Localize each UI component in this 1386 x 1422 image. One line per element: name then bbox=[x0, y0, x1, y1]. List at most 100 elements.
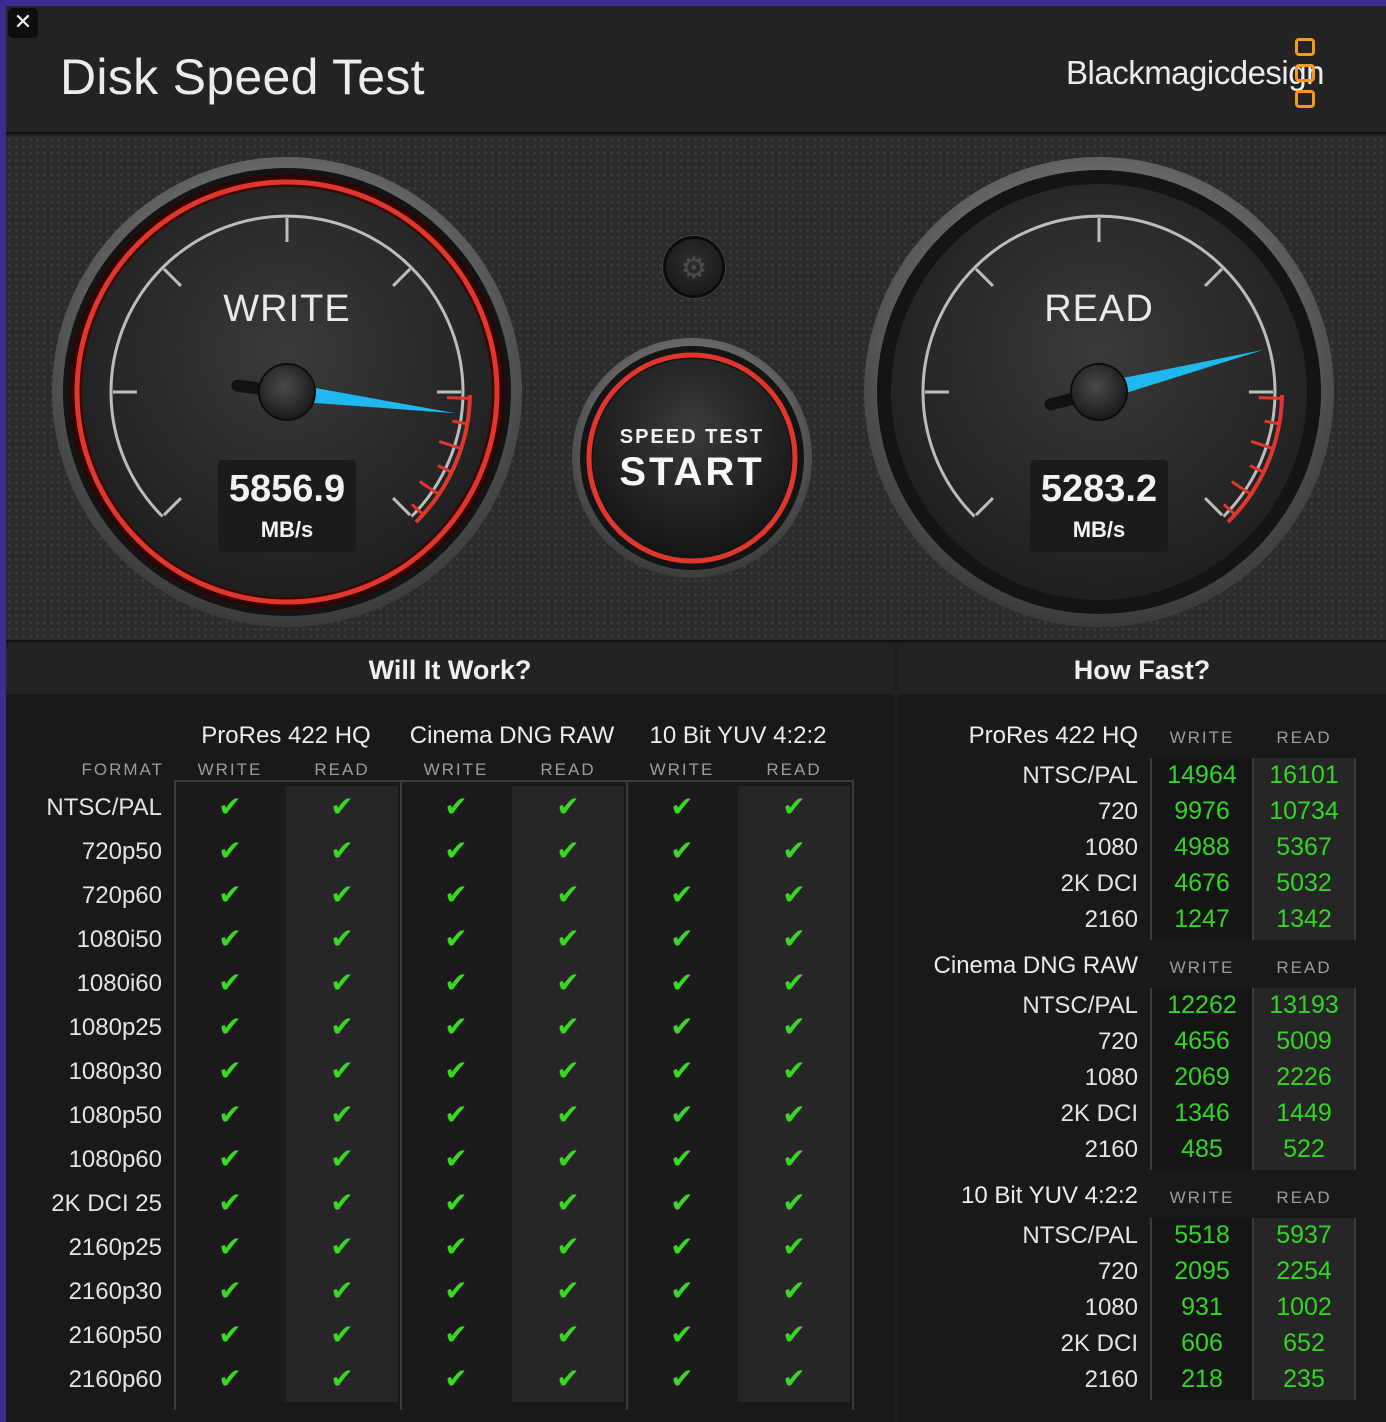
read-column-header: READ bbox=[1276, 958, 1332, 977]
format-row-label: 2K DCI bbox=[1060, 870, 1138, 897]
write-gauge-label: WRITE bbox=[223, 288, 351, 330]
format-row-label: 2160 bbox=[1084, 1136, 1138, 1163]
how-fast-title: How Fast? bbox=[898, 644, 1386, 694]
check-icon: ✔ bbox=[218, 1318, 242, 1351]
check-icon: ✔ bbox=[670, 1230, 694, 1263]
format-row-label: 720 bbox=[1097, 798, 1138, 825]
will-it-work-panel: Will It Work? ProRes 422 HQ Cinema DNG RA… bbox=[6, 644, 894, 1422]
format-row-label: 1080p25 bbox=[68, 1014, 162, 1041]
write-column-header: WRITE bbox=[1169, 728, 1235, 747]
check-icon: ✔ bbox=[670, 1186, 694, 1219]
check-icon: ✔ bbox=[782, 1186, 806, 1219]
format-row-label: 1080 bbox=[1084, 1064, 1138, 1091]
read-fps-value: 2254 bbox=[1276, 1257, 1332, 1285]
write-column-header: WRITE bbox=[649, 760, 715, 779]
disk-speed-test-window: Disk Speed Test Blackmagicdesign ✕ WRITE… bbox=[6, 6, 1386, 1422]
check-icon: ✔ bbox=[330, 790, 354, 823]
write-fps-value: 4656 bbox=[1174, 1027, 1230, 1055]
check-icon: ✔ bbox=[444, 922, 468, 955]
settings-button[interactable]: ⚙ bbox=[663, 236, 725, 298]
check-icon: ✔ bbox=[556, 878, 580, 911]
check-icon: ✔ bbox=[444, 1362, 468, 1395]
start-button[interactable]: SPEED TEST START bbox=[592, 350, 792, 550]
check-icon: ✔ bbox=[444, 1186, 468, 1219]
check-icon: ✔ bbox=[218, 922, 242, 955]
format-row-label: 2K DCI bbox=[1060, 1330, 1138, 1357]
codec-title: 10 Bit YUV 4:2:2 bbox=[649, 722, 827, 749]
write-column-header: WRITE bbox=[423, 760, 489, 779]
format-row-label: 720p50 bbox=[81, 838, 162, 865]
check-icon: ✔ bbox=[330, 1054, 354, 1087]
column-separator bbox=[1354, 1218, 1356, 1400]
check-icon: ✔ bbox=[330, 1362, 354, 1395]
check-icon: ✔ bbox=[218, 1230, 242, 1263]
read-gauge bbox=[864, 157, 1334, 627]
write-fps-value: 606 bbox=[1181, 1329, 1223, 1357]
write-fps-value: 9976 bbox=[1174, 797, 1230, 825]
format-row-label: NTSC/PAL bbox=[1022, 1222, 1138, 1249]
format-row-label: 2160 bbox=[1084, 1366, 1138, 1393]
format-row-label: 720 bbox=[1097, 1258, 1138, 1285]
check-icon: ✔ bbox=[218, 878, 242, 911]
format-row-label: 720p60 bbox=[81, 882, 162, 909]
check-icon: ✔ bbox=[218, 1054, 242, 1087]
check-icon: ✔ bbox=[782, 1010, 806, 1043]
read-column-header: READ bbox=[1276, 1188, 1332, 1207]
check-icon: ✔ bbox=[670, 878, 694, 911]
check-icon: ✔ bbox=[218, 1186, 242, 1219]
column-separator bbox=[400, 780, 402, 1410]
check-icon: ✔ bbox=[444, 1054, 468, 1087]
check-icon: ✔ bbox=[218, 1274, 242, 1307]
read-fps-value: 235 bbox=[1283, 1365, 1325, 1393]
check-icon: ✔ bbox=[782, 1054, 806, 1087]
check-icon: ✔ bbox=[782, 1230, 806, 1263]
check-icon: ✔ bbox=[670, 1142, 694, 1175]
format-row-label: 2160p30 bbox=[68, 1278, 162, 1305]
check-icon: ✔ bbox=[444, 790, 468, 823]
gauge-panel: WRITE 5856.9 MB/s READ 5283.2 MB/s ⚙ SPE… bbox=[6, 136, 1386, 642]
check-icon: ✔ bbox=[782, 1274, 806, 1307]
write-gauge bbox=[52, 157, 522, 627]
check-icon: ✔ bbox=[330, 966, 354, 999]
check-icon: ✔ bbox=[330, 878, 354, 911]
blackmagic-logo-icon bbox=[1294, 38, 1318, 110]
read-fps-value: 5032 bbox=[1276, 869, 1332, 897]
check-icon: ✔ bbox=[444, 1230, 468, 1263]
format-row-label: 1080p60 bbox=[68, 1146, 162, 1173]
format-row-label: NTSC/PAL bbox=[46, 794, 162, 821]
check-icon: ✔ bbox=[670, 922, 694, 955]
format-row-label: 2K DCI bbox=[1060, 1100, 1138, 1127]
format-row-label: 1080p30 bbox=[68, 1058, 162, 1085]
read-fps-value: 5937 bbox=[1276, 1221, 1332, 1249]
check-icon: ✔ bbox=[670, 834, 694, 867]
write-fps-value: 1346 bbox=[1174, 1099, 1230, 1127]
write-fps-value: 1247 bbox=[1174, 905, 1230, 933]
write-fps-value: 2095 bbox=[1174, 1257, 1230, 1285]
check-icon: ✔ bbox=[556, 1054, 580, 1087]
check-icon: ✔ bbox=[556, 1274, 580, 1307]
write-fps-value: 4676 bbox=[1174, 869, 1230, 897]
format-row-label: NTSC/PAL bbox=[1022, 762, 1138, 789]
read-fps-value: 2226 bbox=[1276, 1063, 1332, 1091]
check-icon: ✔ bbox=[330, 1186, 354, 1219]
check-icon: ✔ bbox=[444, 1010, 468, 1043]
start-button-caption: SPEED TEST bbox=[619, 426, 765, 448]
close-button[interactable]: ✕ bbox=[8, 8, 38, 38]
read-column-header: READ bbox=[1276, 728, 1332, 747]
check-icon: ✔ bbox=[556, 1362, 580, 1395]
format-row-label: 720 bbox=[1097, 1028, 1138, 1055]
write-fps-value: 2069 bbox=[1174, 1063, 1230, 1091]
check-icon: ✔ bbox=[218, 1098, 242, 1131]
check-icon: ✔ bbox=[556, 790, 580, 823]
check-icon: ✔ bbox=[782, 1098, 806, 1131]
check-icon: ✔ bbox=[556, 834, 580, 867]
codec-section-title: 10 Bit YUV 4:2:2 bbox=[961, 1182, 1138, 1209]
check-icon: ✔ bbox=[330, 922, 354, 955]
check-icon: ✔ bbox=[444, 1274, 468, 1307]
check-icon: ✔ bbox=[218, 790, 242, 823]
check-icon: ✔ bbox=[782, 1142, 806, 1175]
check-icon: ✔ bbox=[330, 1318, 354, 1351]
write-column-header: WRITE bbox=[1169, 958, 1235, 977]
check-icon: ✔ bbox=[556, 966, 580, 999]
write-column-header: WRITE bbox=[1169, 1188, 1235, 1207]
